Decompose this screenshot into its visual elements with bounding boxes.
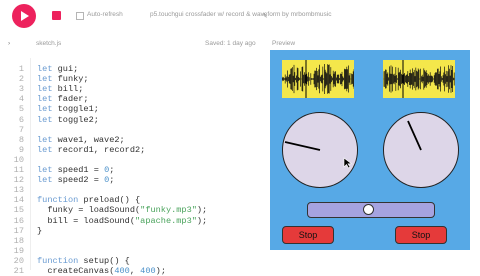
line-number: 12: [13, 175, 24, 186]
line-number: 5: [18, 104, 24, 115]
line-number: 14: [13, 195, 24, 206]
dial-left-needle: [284, 141, 321, 151]
code-line[interactable]: }: [37, 226, 42, 236]
line-number: 4: [18, 94, 24, 105]
line-number: 19: [13, 245, 24, 256]
author-label[interactable]: by mrbombmusic: [282, 11, 331, 18]
code-line[interactable]: let bill;: [37, 84, 83, 94]
code-line[interactable]: function setup() {: [37, 256, 130, 266]
line-number: 7: [18, 124, 24, 135]
line-number: 9: [18, 144, 24, 155]
sketch-title[interactable]: p5.touchgui crossfader w/ record & wavef…: [150, 11, 280, 18]
auto-refresh-checkbox[interactable]: [76, 12, 84, 20]
code-line[interactable]: bill = loadSound("apache.mp3");: [37, 216, 207, 226]
line-number: 1: [18, 64, 24, 74]
code-line[interactable]: let speed1 = 0;: [37, 165, 114, 175]
dial-right-needle: [407, 120, 422, 151]
edit-pencil-icon[interactable]: ✎: [262, 12, 268, 20]
code-line[interactable]: let gui;: [37, 64, 78, 74]
preview-label: Preview: [272, 40, 296, 47]
code-line[interactable]: funky = loadSound("funky.mp3");: [37, 205, 207, 215]
line-number: 6: [18, 114, 24, 125]
line-number: 18: [13, 235, 24, 246]
sketch-canvas[interactable]: Stop Stop: [270, 50, 470, 250]
stop-button[interactable]: [52, 11, 61, 20]
line-number: 16: [13, 215, 24, 226]
play-button[interactable]: [12, 4, 36, 28]
line-number: 8: [18, 134, 24, 145]
saved-status: Saved: 1 day ago: [205, 40, 256, 47]
line-number: 2: [18, 74, 24, 85]
turntable-dial-right[interactable]: [383, 112, 459, 188]
code-editor[interactable]: 1 let gui; 2 let funky; 3 let bill; 4 let fader…: [0, 58, 270, 276]
line-number: 11: [13, 165, 24, 175]
turntable-dial-left[interactable]: [282, 112, 358, 188]
waveform-right-graphic: [383, 60, 455, 98]
code-line[interactable]: createCanvas(400, 400);: [37, 266, 166, 276]
play-icon: [21, 11, 29, 21]
collapse-chevron-icon[interactable]: ›: [8, 40, 10, 47]
waveform-left-graphic: [282, 60, 354, 98]
code-line[interactable]: let fader;: [37, 94, 89, 104]
line-number: 15: [13, 205, 24, 216]
waveform-path: [282, 64, 354, 94]
line-number: 20: [13, 255, 24, 266]
file-name[interactable]: sketch.js: [36, 40, 61, 47]
code-line[interactable]: let toggle2;: [37, 115, 99, 125]
code-line[interactable]: let speed2 = 0;: [37, 175, 114, 185]
editor-header: › sketch.js Saved: 1 day ago Preview: [0, 36, 480, 50]
code-line[interactable]: let toggle1;: [37, 104, 99, 114]
auto-refresh-label: Auto-refresh: [87, 11, 123, 18]
line-number: 10: [13, 154, 24, 165]
line-number: 3: [18, 84, 24, 95]
crossfader-knob[interactable]: [362, 204, 374, 215]
line-number: 21: [13, 266, 24, 276]
stop-button-right[interactable]: Stop: [395, 226, 447, 244]
line-number: 13: [13, 185, 24, 196]
mouse-cursor-icon: [343, 157, 353, 169]
waveform-right: [383, 60, 455, 98]
stop-button-left[interactable]: Stop: [282, 226, 334, 244]
code-line[interactable]: let record1, record2;: [37, 145, 145, 155]
waveform-path: [383, 65, 455, 93]
toolbar: Auto-refresh p5.touchgui crossfader w/ r…: [0, 0, 480, 32]
code-line[interactable]: let funky;: [37, 74, 89, 84]
line-number: 17: [13, 225, 24, 236]
waveform-left: [282, 60, 354, 98]
code-line[interactable]: let wave1, wave2;: [37, 135, 125, 145]
code-line[interactable]: function preload() {: [37, 195, 140, 205]
crossfader-slider[interactable]: [307, 202, 435, 218]
